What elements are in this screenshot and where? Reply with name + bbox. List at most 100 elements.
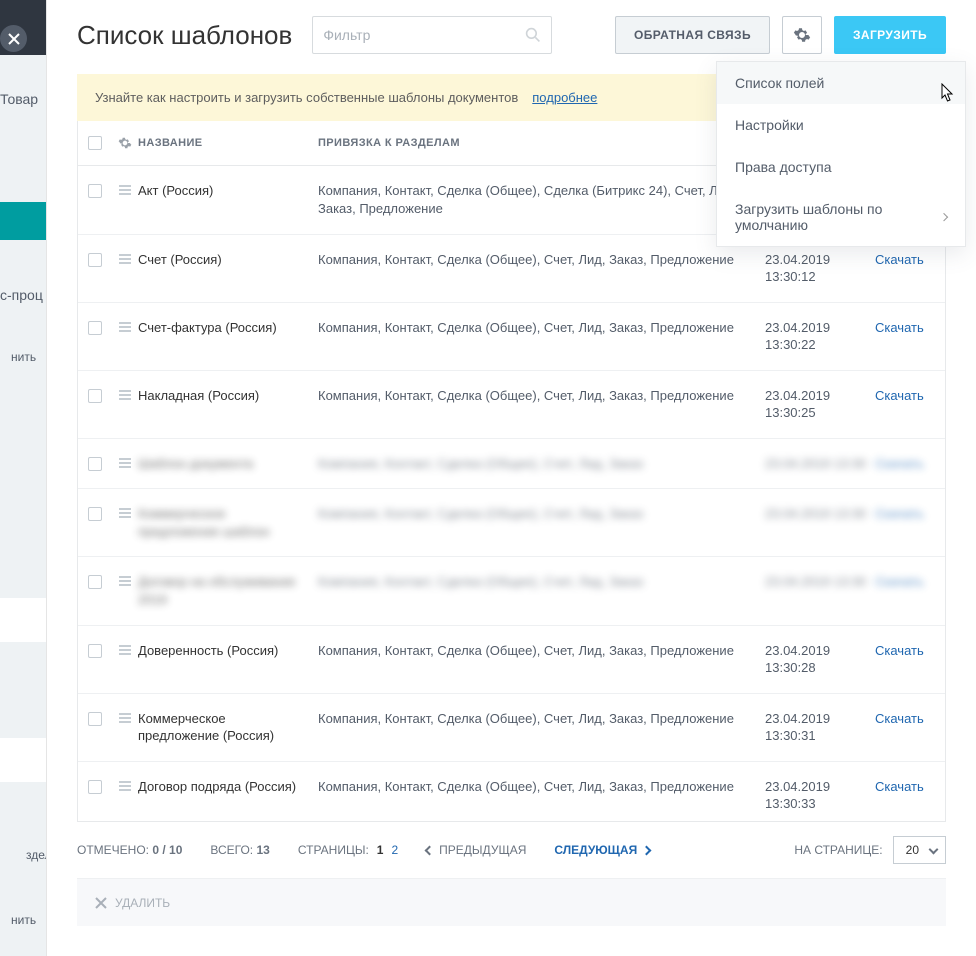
row-menu-icon[interactable] — [119, 576, 131, 586]
pagination: СТРАНИЦЫ: 1 2 — [298, 843, 398, 857]
row-menu-icon[interactable] — [119, 781, 131, 791]
row-binding: Компания, Контакт, Сделка (Общее), Счет,… — [318, 387, 765, 422]
row-binding: Компания, Контакт, Сделка (Общее), Счет,… — [318, 573, 765, 608]
row-binding: Компания, Контакт, Сделка (Общее), Счет,… — [318, 710, 765, 745]
dropdown-item-fields[interactable]: Список полей — [717, 62, 965, 104]
row-menu-icon[interactable] — [119, 322, 131, 332]
row-checkbox[interactable] — [88, 780, 102, 794]
background-layer — [0, 0, 50, 956]
total-counter: ВСЕГО: 13 — [210, 843, 269, 857]
table-row: Договор на обслуживание 2019Компания, Ко… — [78, 557, 945, 625]
settings-dropdown: Список полей Настройки Права доступа Заг… — [716, 61, 966, 247]
settings-button[interactable] — [782, 16, 822, 54]
dropdown-item-permissions[interactable]: Права доступа — [717, 146, 965, 188]
filter-input[interactable] — [323, 27, 525, 43]
download-link[interactable]: Скачать — [875, 456, 924, 471]
row-checkbox[interactable] — [88, 389, 102, 403]
pages-label: СТРАНИЦЫ: — [298, 843, 369, 857]
row-checkbox[interactable] — [88, 575, 102, 589]
page-link[interactable]: 2 — [391, 843, 398, 857]
dropdown-item-settings[interactable]: Настройки — [717, 104, 965, 146]
page-title: Список шаблонов — [77, 20, 292, 51]
row-binding: Компания, Контакт, Сделка (Общее), Счет,… — [318, 642, 765, 677]
table-row: Шаблон документаКомпания, Контакт, Сделк… — [78, 439, 945, 490]
row-checkbox[interactable] — [88, 644, 102, 658]
download-link[interactable]: Скачать — [875, 252, 924, 267]
row-name: Накладная (Россия) — [138, 387, 318, 422]
download-link[interactable]: Скачать — [875, 643, 924, 658]
filter-box[interactable] — [312, 16, 552, 54]
row-binding: Компания, Контакт, Сделка (Общее), Счет,… — [318, 778, 765, 813]
row-date: 23.04.2019 13:30:22 — [765, 319, 875, 354]
column-binding-header[interactable]: ПРИВЯЗКА К РАЗДЕЛАМ — [318, 137, 765, 149]
dropdown-item-load-default[interactable]: Загрузить шаблоны по умолчанию — [717, 188, 965, 246]
delete-button[interactable]: УДАЛИТЬ — [115, 896, 170, 910]
background-text: нить — [11, 913, 36, 927]
background-text: с-проц — [0, 287, 43, 303]
row-checkbox[interactable] — [88, 321, 102, 335]
row-date: 23.04.2019 13:30 — [765, 455, 875, 473]
background-card — [0, 598, 46, 642]
column-settings-button[interactable] — [112, 136, 138, 150]
row-checkbox[interactable] — [88, 253, 102, 267]
select-all-checkbox[interactable] — [88, 136, 102, 150]
row-date: 23.04.2019 13:30:28 — [765, 642, 875, 677]
selected-counter: ОТМЕЧЕНО: 0 / 10 — [77, 843, 182, 857]
row-name: Счет (Россия) — [138, 251, 318, 286]
row-date: 23.04.2019 13:30:33 — [765, 778, 875, 813]
page-current: 1 — [377, 843, 384, 857]
row-checkbox[interactable] — [88, 457, 102, 471]
row-menu-icon[interactable] — [119, 185, 131, 195]
row-menu-icon[interactable] — [119, 713, 131, 723]
search-icon — [525, 27, 541, 43]
download-link[interactable]: Скачать — [875, 320, 924, 335]
download-link[interactable]: Скачать — [875, 506, 924, 521]
column-name-header[interactable]: НАЗВАНИЕ — [138, 137, 318, 149]
row-checkbox[interactable] — [88, 184, 102, 198]
table-row: Договор подряда (Россия)Компания, Контак… — [78, 762, 945, 821]
download-link[interactable]: Скачать — [875, 574, 924, 589]
row-menu-icon[interactable] — [119, 254, 131, 264]
chevron-down-icon — [929, 845, 939, 855]
gear-icon — [793, 26, 811, 44]
background-card — [0, 738, 46, 782]
action-bar: УДАЛИТЬ — [77, 878, 946, 926]
row-name: Договор подряда (Россия) — [138, 778, 318, 813]
slide-panel: Список шаблонов ОБРАТНАЯ СВЯЗЬ ЗАГРУЗИТЬ… — [46, 0, 976, 956]
row-menu-icon[interactable] — [119, 458, 131, 468]
per-page-selector: НА СТРАНИЦЕ: 20 — [794, 836, 946, 864]
background-active-strip — [0, 202, 46, 240]
feedback-button[interactable]: ОБРАТНАЯ СВЯЗЬ — [615, 16, 770, 54]
download-link[interactable]: Скачать — [875, 711, 924, 726]
row-menu-icon[interactable] — [119, 390, 131, 400]
grid-footer: ОТМЕЧЕНО: 0 / 10 ВСЕГО: 13 СТРАНИЦЫ: 1 2… — [77, 822, 946, 878]
upload-button[interactable]: ЗАГРУЗИТЬ — [834, 16, 946, 54]
download-link[interactable]: Скачать — [875, 779, 924, 794]
row-binding: Компания, Контакт, Сделка (Общее), Счет,… — [318, 505, 765, 540]
per-page-select[interactable]: 20 — [893, 836, 946, 864]
row-checkbox[interactable] — [88, 712, 102, 726]
background-text: нить — [11, 350, 36, 364]
row-name: Договор на обслуживание 2019 — [138, 573, 318, 608]
download-link[interactable]: Скачать — [875, 388, 924, 403]
row-menu-icon[interactable] — [119, 508, 131, 518]
background-text: Товар — [0, 91, 38, 107]
prev-page-button[interactable]: ПРЕДЫДУЩАЯ — [426, 843, 526, 857]
row-name: Коммерческое предложение (Россия) — [138, 710, 318, 745]
table-row: Накладная (Россия)Компания, Контакт, Сде… — [78, 371, 945, 439]
row-date: 23.04.2019 13:30 — [765, 573, 875, 608]
per-page-label: НА СТРАНИЦЕ: — [794, 843, 882, 857]
close-button[interactable] — [0, 25, 27, 52]
row-date: 23.04.2019 13:30:31 — [765, 710, 875, 745]
row-checkbox[interactable] — [88, 507, 102, 521]
close-icon — [95, 897, 107, 909]
row-date: 23.04.2019 13:30:25 — [765, 387, 875, 422]
row-menu-icon[interactable] — [119, 645, 131, 655]
table-row: Коммерческое предложение (Россия)Компани… — [78, 694, 945, 762]
row-binding: Компания, Контакт, Сделка (Общее), Счет,… — [318, 319, 765, 354]
chevron-left-icon — [425, 845, 435, 855]
info-more-link[interactable]: подробнее — [532, 90, 597, 105]
row-date: 23.04.2019 13:30:12 — [765, 251, 875, 286]
next-page-button[interactable]: СЛЕДУЮЩАЯ — [554, 843, 650, 857]
dropdown-item-label: Загрузить шаблоны по умолчанию — [735, 201, 941, 233]
